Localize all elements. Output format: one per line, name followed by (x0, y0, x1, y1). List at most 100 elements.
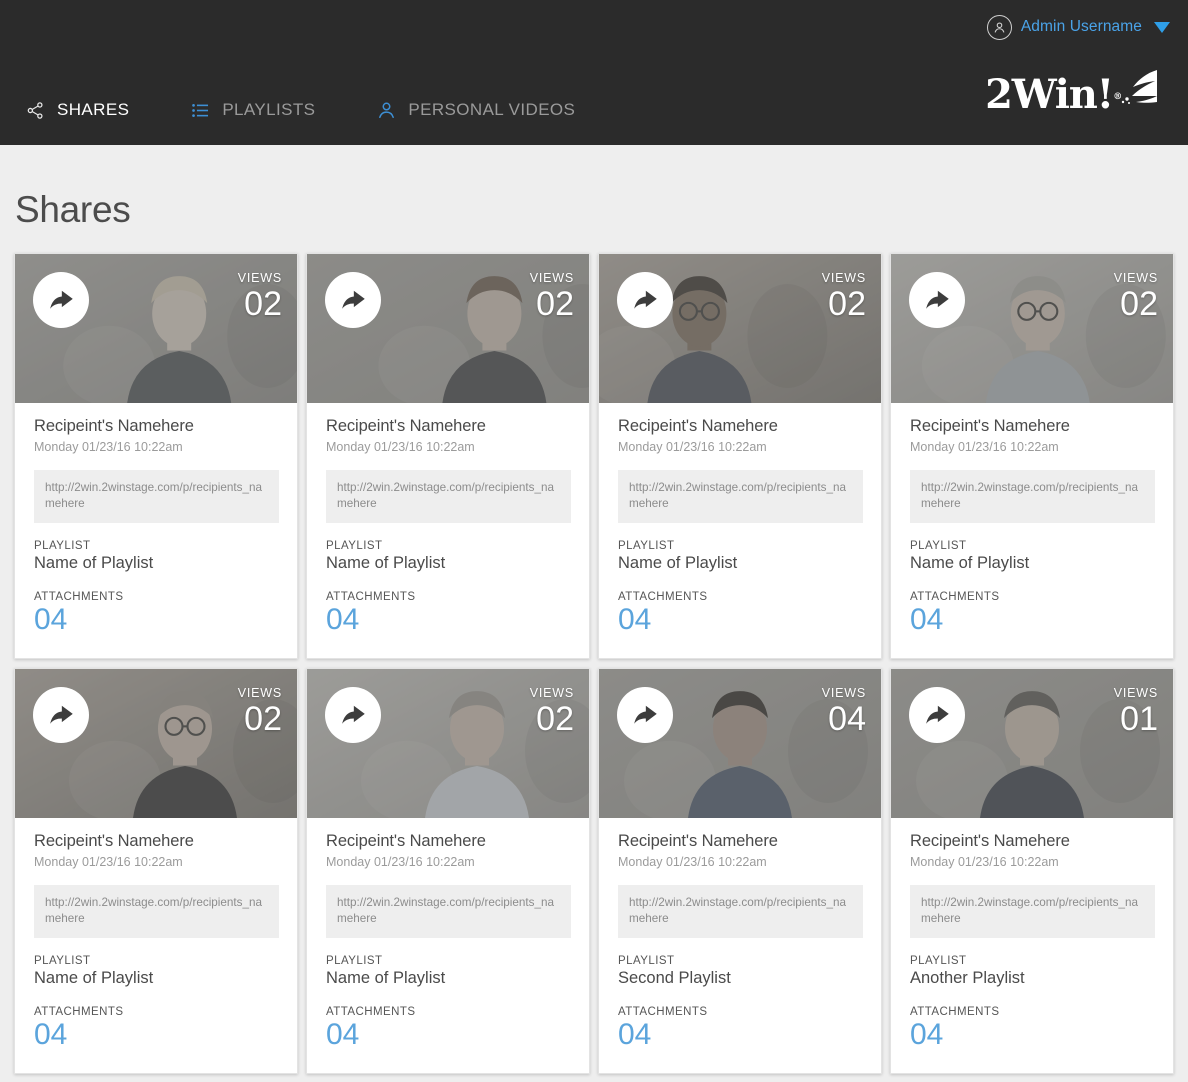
share-url[interactable]: http://2win.2winstage.com/p/recipients_n… (34, 470, 279, 523)
share-card-body: Recipeint's Namehere Monday 01/23/16 10:… (307, 818, 589, 1073)
share-nodes-icon (24, 99, 46, 121)
playlist-label: PLAYLIST (326, 955, 383, 967)
share-forward-icon[interactable] (33, 272, 89, 328)
share-forward-icon[interactable] (617, 687, 673, 743)
views-count: 02 (536, 285, 574, 323)
share-thumbnail[interactable]: VIEWS 02 (15, 254, 297, 403)
playlist-name: Second Playlist (618, 969, 731, 987)
nav-item-playlists[interactable]: PLAYLISTS (189, 99, 315, 121)
share-card[interactable]: VIEWS 02 Recipeint's Namehere Monday 01/… (890, 253, 1174, 659)
share-forward-icon[interactable] (325, 687, 381, 743)
views-label: VIEWS (237, 686, 282, 700)
views-indicator: VIEWS 02 (238, 686, 282, 736)
share-url[interactable]: http://2win.2winstage.com/p/recipients_n… (326, 885, 571, 938)
playlist-label: PLAYLIST (910, 955, 967, 967)
page-content: Shares VIEWS 02 Recipeint's Namehere Mon… (0, 145, 1188, 1074)
nav-item-personal-videos[interactable]: PERSONAL VIDEOS (375, 99, 575, 121)
share-forward-icon[interactable] (617, 272, 673, 328)
share-url[interactable]: http://2win.2winstage.com/p/recipients_n… (618, 470, 863, 523)
views-indicator: VIEWS 02 (1114, 271, 1158, 321)
share-timestamp: Monday 01/23/16 10:22am (326, 855, 475, 869)
views-count: 02 (536, 700, 574, 738)
attachments-count[interactable]: 04 (910, 1019, 1155, 1051)
share-card[interactable]: VIEWS 04 Recipeint's Namehere Monday 01/… (598, 668, 882, 1074)
attachments-count[interactable]: 04 (326, 1019, 571, 1051)
playlist-name: Name of Playlist (618, 554, 738, 572)
playlist-name: Name of Playlist (326, 969, 446, 987)
views-label: VIEWS (1113, 686, 1158, 700)
share-card[interactable]: VIEWS 02 Recipeint's Namehere Monday 01/… (14, 668, 298, 1074)
share-card-body: Recipeint's Namehere Monday 01/23/16 10:… (15, 818, 297, 1073)
nav-item-shares[interactable]: SHARES (24, 99, 129, 121)
main-navigation: SHARES PLAYLISTS PERSONAL VIDEOS (24, 99, 635, 121)
chevron-down-icon[interactable] (1154, 21, 1170, 33)
share-timestamp: Monday 01/23/16 10:22am (618, 440, 767, 454)
recipient-name: Recipeint's Namehere (910, 417, 1070, 435)
attachments-count[interactable]: 04 (326, 604, 571, 636)
share-thumbnail[interactable]: VIEWS 02 (307, 254, 589, 403)
attachments-label: ATTACHMENTS (618, 591, 708, 603)
share-url[interactable]: http://2win.2winstage.com/p/recipients_n… (34, 885, 279, 938)
share-thumbnail[interactable]: VIEWS 04 (599, 669, 881, 818)
share-thumbnail[interactable]: VIEWS 02 (599, 254, 881, 403)
share-url[interactable]: http://2win.2winstage.com/p/recipients_n… (618, 885, 863, 938)
share-url[interactable]: http://2win.2winstage.com/p/recipients_n… (910, 470, 1155, 523)
share-card[interactable]: VIEWS 02 Recipeint's Namehere Monday 01/… (598, 253, 882, 659)
attachments-label: ATTACHMENTS (34, 1006, 124, 1018)
playlist-label: PLAYLIST (34, 955, 91, 967)
attachments-label: ATTACHMENTS (618, 1006, 708, 1018)
views-indicator: VIEWS 04 (822, 686, 866, 736)
list-icon (189, 99, 211, 121)
share-card[interactable]: VIEWS 02 Recipeint's Namehere Monday 01/… (14, 253, 298, 659)
account-menu[interactable]: Admin Username (986, 14, 1170, 40)
share-forward-icon[interactable] (909, 687, 965, 743)
views-count: 01 (1120, 700, 1158, 738)
attachments-count[interactable]: 04 (618, 604, 863, 636)
share-timestamp: Monday 01/23/16 10:22am (910, 855, 1059, 869)
share-timestamp: Monday 01/23/16 10:22am (910, 440, 1059, 454)
brand-logo-wordmark: 2Win! (985, 71, 1114, 118)
share-card-body: Recipeint's Namehere Monday 01/23/16 10:… (599, 818, 881, 1073)
share-url[interactable]: http://2win.2winstage.com/p/recipients_n… (910, 885, 1155, 938)
playlist-name: Name of Playlist (910, 554, 1030, 572)
share-thumbnail[interactable]: VIEWS 02 (15, 669, 297, 818)
playlist-label: PLAYLIST (618, 540, 675, 552)
views-label: VIEWS (529, 271, 574, 285)
share-forward-icon[interactable] (325, 272, 381, 328)
views-count: 02 (244, 285, 282, 323)
recipient-name: Recipeint's Namehere (618, 832, 778, 850)
views-indicator: VIEWS 02 (530, 686, 574, 736)
wing-swoosh-icon (1117, 68, 1161, 111)
share-card[interactable]: VIEWS 02 Recipeint's Namehere Monday 01/… (306, 668, 590, 1074)
views-label: VIEWS (1113, 271, 1158, 285)
recipient-name: Recipeint's Namehere (326, 417, 486, 435)
share-forward-icon[interactable] (909, 272, 965, 328)
attachments-count[interactable]: 04 (618, 1019, 863, 1051)
playlist-label: PLAYLIST (326, 540, 383, 552)
page-title: Shares (15, 189, 131, 230)
share-forward-icon[interactable] (33, 687, 89, 743)
share-timestamp: Monday 01/23/16 10:22am (326, 440, 475, 454)
attachments-count[interactable]: 04 (34, 1019, 279, 1051)
share-thumbnail[interactable]: VIEWS 02 (307, 669, 589, 818)
top-header-bar: Admin Username 2Win! ® SHARES PLAYLISTS … (0, 0, 1188, 145)
playlist-name: Name of Playlist (326, 554, 446, 572)
share-card-body: Recipeint's Namehere Monday 01/23/16 10:… (599, 403, 881, 658)
recipient-name: Recipeint's Namehere (910, 832, 1070, 850)
attachments-count[interactable]: 04 (34, 604, 279, 636)
brand-logo: 2Win! ® (985, 68, 1161, 115)
share-card[interactable]: VIEWS 01 Recipeint's Namehere Monday 01/… (890, 668, 1174, 1074)
views-indicator: VIEWS 02 (822, 271, 866, 321)
recipient-name: Recipeint's Namehere (618, 417, 778, 435)
share-card[interactable]: VIEWS 02 Recipeint's Namehere Monday 01/… (306, 253, 590, 659)
recipient-name: Recipeint's Namehere (34, 832, 194, 850)
playlist-label: PLAYLIST (618, 955, 675, 967)
share-url[interactable]: http://2win.2winstage.com/p/recipients_n… (326, 470, 571, 523)
share-thumbnail[interactable]: VIEWS 02 (891, 254, 1173, 403)
share-thumbnail[interactable]: VIEWS 01 (891, 669, 1173, 818)
views-label: VIEWS (821, 271, 866, 285)
share-timestamp: Monday 01/23/16 10:22am (34, 440, 183, 454)
attachments-count[interactable]: 04 (910, 604, 1155, 636)
attachments-label: ATTACHMENTS (910, 591, 1000, 603)
playlist-name: Name of Playlist (34, 554, 154, 572)
